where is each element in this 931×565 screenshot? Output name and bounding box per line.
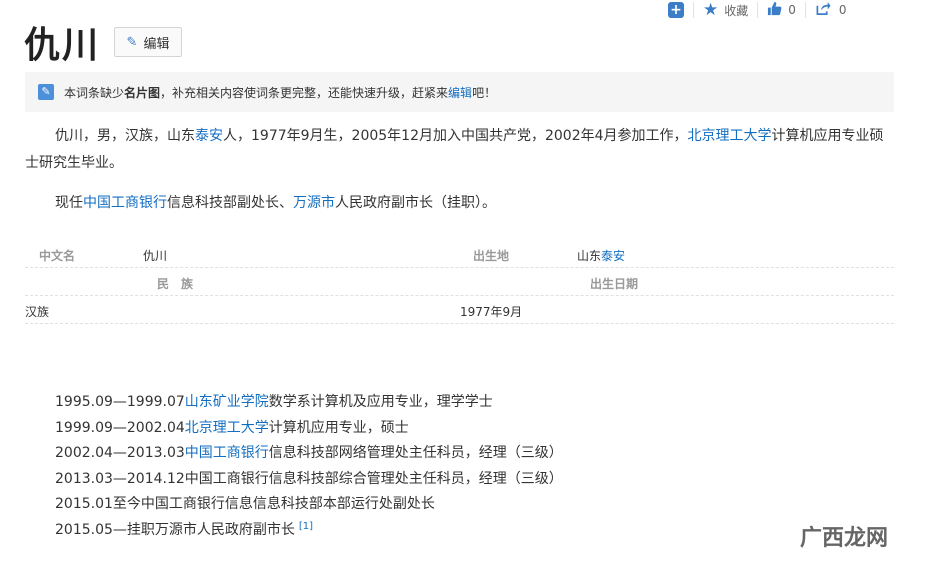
list-item: 2015.01至今中国工商银行信息信息科技部本部运行处副处长 [55, 492, 563, 518]
divider [693, 2, 694, 18]
link-shandong-mining[interactable]: 山东矿业学院 [185, 394, 269, 410]
link-birthplace-taian[interactable]: 泰安 [601, 249, 625, 263]
list-item: 2002.04—2013.03中国工商银行信息科技部网络管理处主任科员，经理（三… [55, 441, 563, 467]
thumbs-up-icon [767, 1, 782, 20]
text: 2013.03—2014.12中国工商银行信息科技部综合管理处主任科员，经理（三… [55, 470, 563, 487]
like-count: 0 [788, 3, 796, 17]
career-list: 1995.09—1999.07山东矿业学院数学系计算机及应用专业，理学学士 19… [55, 390, 563, 544]
like-button[interactable]: 0 [767, 0, 796, 20]
plus-icon: + [668, 2, 684, 18]
ethnicity-label: 民 族 [157, 277, 194, 291]
edit-button-label: 编辑 [143, 36, 170, 52]
birthdate-label: 出生日期 [590, 277, 639, 291]
name-value: 仇川 [143, 249, 168, 263]
name-label: 中文名 [39, 249, 76, 263]
divider [757, 2, 759, 18]
page-title: 仇川 [24, 25, 101, 66]
ethnicity-value: 汉族 [25, 305, 50, 319]
link-wanyuan[interactable]: 万源市 [293, 195, 335, 211]
text: 1995.09—1999.07 [55, 394, 185, 410]
reference-link[interactable]: [1] [299, 521, 313, 532]
text: 2015.05—挂职万源市人民政府副市长 [55, 521, 295, 538]
watermark-logo: 广西龙网 [800, 526, 889, 551]
birthplace-value: 山东泰安 [577, 247, 625, 264]
add-button[interactable]: + [660, 0, 684, 20]
link-icbc[interactable]: 中国工商银行 [83, 195, 167, 211]
notice-prefix: 本词条缺少 [64, 85, 125, 100]
notice-bold: 名片图 [124, 85, 161, 100]
basic-info-table: 中文名 仇川 出生地 山东泰安 民 族 出生日期 汉族 1977年9月 [25, 240, 894, 324]
text: 现任 [55, 195, 83, 211]
birthplace-label: 出生地 [473, 249, 510, 263]
edit-button[interactable]: ✎ 编辑 [114, 27, 182, 57]
text: 1999.09—2002.04 [55, 419, 185, 436]
list-item: 2015.05—挂职万源市人民政府副市长 [1] [55, 518, 563, 544]
info-row: 中文名 仇川 出生地 山东泰安 [25, 240, 894, 268]
notice-edit-link[interactable]: 编辑 [448, 84, 472, 101]
link-bit[interactable]: 北京理工大学 [185, 420, 269, 436]
list-item: 2013.03—2014.12中国工商银行信息科技部综合管理处主任科员，经理（三… [55, 467, 563, 493]
link-icbc[interactable]: 中国工商银行 [185, 445, 269, 461]
divider [804, 2, 806, 18]
notice-suffix: 吧！ [472, 85, 497, 100]
info-row: 民 族 出生日期 [25, 268, 894, 296]
list-item: 1995.09—1999.07山东矿业学院数学系计算机及应用专业，理学学士 [55, 390, 563, 416]
summary-paragraph-1: 仇川，男，汉族，山东泰安人，1977年9月生，2005年12月加入中国共产党，2… [25, 123, 897, 177]
pencil-icon: ✎ [126, 34, 138, 50]
text: 数学系计算机及应用专业，理学学士 [268, 394, 493, 410]
text: 山东 [577, 249, 602, 263]
info-row: 汉族 1977年9月 [25, 296, 894, 324]
list-item: 1999.09—2002.04北京理工大学计算机应用专业，硕士 [55, 416, 563, 442]
text: 信息科技部副处长、 [167, 195, 293, 211]
missing-image-notice: ✎ 本词条缺少 名片图 ，补充相关内容使词条更完整，还能快速升级，赶紧来 编辑 吧！ [25, 72, 894, 112]
text: 2015.01至今中国工商银行信息信息科技部本部运行处副处长 [55, 496, 435, 513]
top-toolbar: + ★ 收藏 0 0 [660, 0, 847, 20]
text: 计算机应用专业，硕士 [268, 419, 409, 436]
text: 信息科技部网络管理处主任科员，经理（三级） [268, 445, 563, 462]
text: 仇川，男，汉族，山东 [55, 128, 195, 144]
birthdate-value: 1977年9月 [460, 305, 523, 319]
favorite-label: 收藏 [724, 3, 749, 18]
link-taian[interactable]: 泰安 [195, 128, 223, 144]
edit-note-icon: ✎ [38, 84, 54, 100]
text: 2002.04—2013.03 [55, 445, 185, 462]
share-count: 0 [838, 3, 847, 17]
favorite-button[interactable]: ★ 收藏 [703, 0, 748, 20]
star-icon: ★ [703, 0, 719, 20]
share-button[interactable]: 0 [815, 0, 847, 20]
text: 人，1977年9月生，2005年12月加入中国共产党，2002年4月参加工作， [223, 128, 688, 144]
notice-middle: ，补充相关内容使词条更完整，还能快速升级，赶紧来 [160, 85, 449, 100]
text: 人民政府副市长（挂职）。 [335, 195, 496, 211]
link-bit[interactable]: 北京理工大学 [688, 128, 772, 144]
summary-paragraph-2: 现任中国工商银行信息科技部副处长、万源市人民政府副市长（挂职）。 [25, 190, 897, 217]
share-icon [815, 1, 831, 20]
